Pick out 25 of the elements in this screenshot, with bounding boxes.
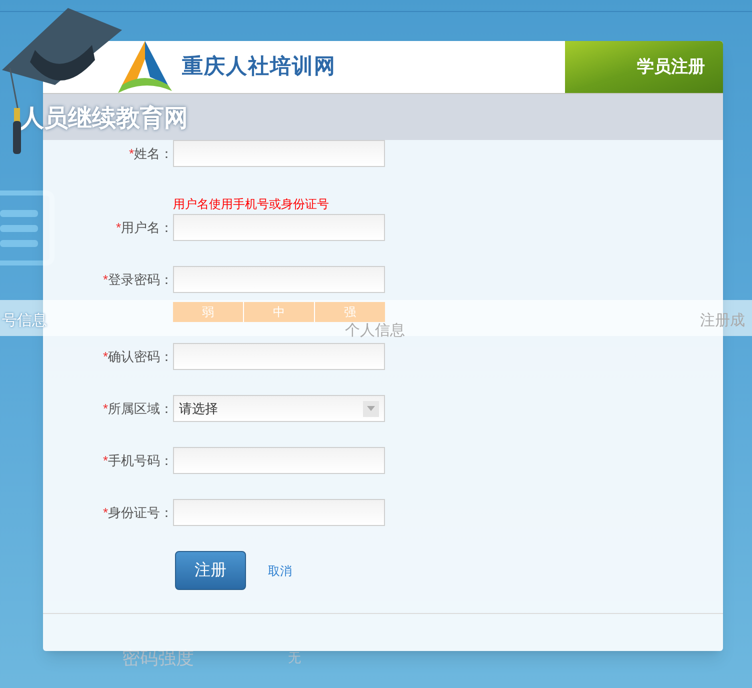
logo-icon [116,39,174,95]
field-label: *用户名： [114,218,173,237]
input-field[interactable] [173,266,385,293]
strength-level: 中 [243,302,314,322]
input-field[interactable] [173,499,385,526]
cancel-link[interactable]: 取消 [268,562,292,580]
field-label: *所属区域： [102,400,173,418]
field-label: *手机号码： [102,452,173,470]
input-field[interactable] [173,343,385,370]
strength-level: 弱 [201,304,215,321]
field-label: *确认密码： [102,348,173,366]
field-label: *身份证号： [102,504,173,522]
register-button[interactable]: 注册 [175,551,246,590]
username-hint: 用户名使用手机号或身份证号 [173,197,330,211]
field-label: *姓名： [128,144,173,163]
input-field[interactable] [173,214,385,241]
strength-value: 无 [288,649,301,667]
region-select[interactable]: 请选择 [173,395,385,422]
site-name: 重庆人社培训网 [182,54,336,80]
input-field[interactable] [173,447,385,474]
step-tab[interactable]: 个人信息 [345,320,405,342]
input-field[interactable] [173,140,385,167]
field-label: *登录密码： [102,270,173,289]
background-field-label: 密码强度 [122,647,194,670]
strength-level: 强 [314,302,385,322]
